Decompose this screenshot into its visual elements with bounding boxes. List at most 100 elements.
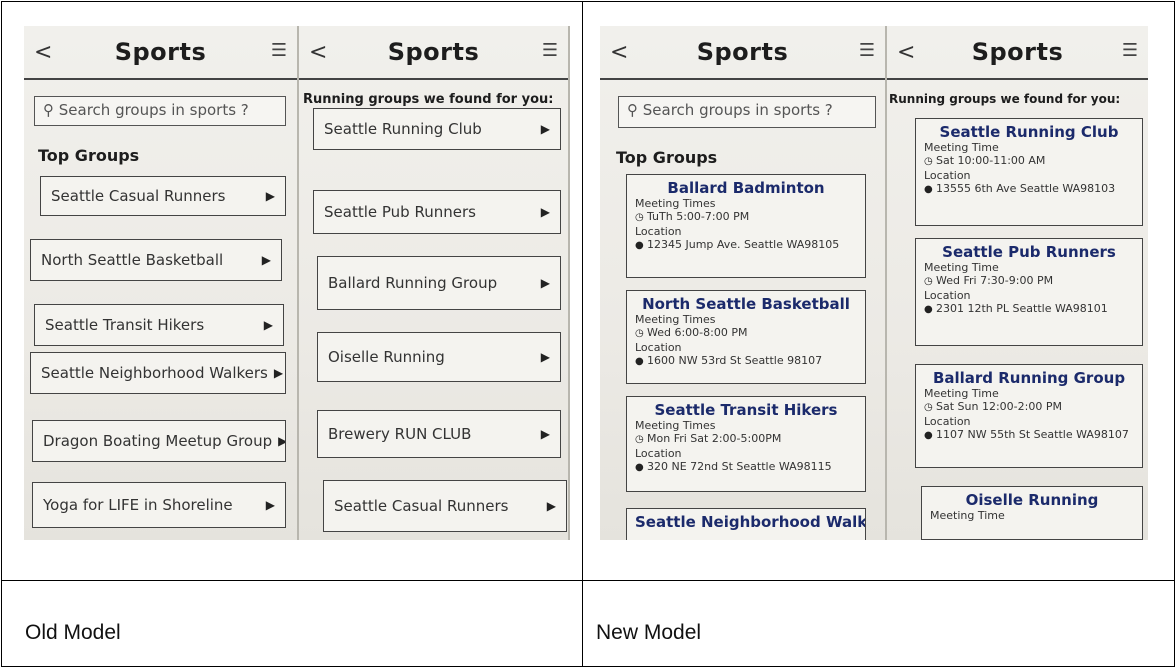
group-name: Seattle Neighborhood Walkers <box>635 513 866 531</box>
list-item[interactable]: Ballard Running Group ▶ <box>317 256 561 310</box>
address: ● 12345 Jump Ave. Seattle WA98105 <box>635 238 857 253</box>
new-list-screen: < Sports ☰ ⚲ Search groups in sports ? T… <box>600 26 887 540</box>
meeting-time: ◷ Mon Fri Sat 2:00-5:00PM <box>635 432 857 447</box>
page-title: Sports <box>114 38 207 66</box>
meeting-time: ◷ Sat Sun 12:00-2:00 PM <box>924 400 1134 415</box>
group-card[interactable]: Ballard Running Group Meeting Time ◷ Sat … <box>915 364 1143 468</box>
location-pin-icon: ● <box>635 240 644 251</box>
search-input[interactable]: ⚲ Search groups in sports ? <box>618 96 876 128</box>
list-item-label: Seattle Casual Runners <box>334 497 509 515</box>
old-results-screen: < Sports ☰ Running groups we found for y… <box>299 26 570 540</box>
meeting-time: ◷ Wed Fri 7:30-9:00 PM <box>924 274 1134 289</box>
play-arrow-icon: ▶ <box>540 205 550 219</box>
play-arrow-icon: ▶ <box>265 189 275 203</box>
location-label: Location <box>635 447 682 460</box>
group-card[interactable]: Ballard Badminton Meeting Times ◷ TuTh 5:… <box>626 174 866 278</box>
group-card[interactable]: Oiselle Running Meeting Time <box>921 486 1143 540</box>
list-item[interactable]: Yoga for LIFE in Shoreline ▶ <box>32 482 286 528</box>
list-item-label: Seattle Neighborhood Walkers <box>41 364 268 382</box>
play-arrow-icon: ▶ <box>540 276 550 290</box>
meeting-label: Meeting Time <box>924 387 999 400</box>
new-results-screen: < Sports ☰ Running groups we found for y… <box>887 26 1148 540</box>
meeting-label: Meeting Time <box>924 261 999 274</box>
address-text: 1600 NW 53rd St Seattle 98107 <box>647 354 823 367</box>
address-text: 2301 12th PL Seattle WA98101 <box>936 302 1108 315</box>
meeting-time: ◷ Wed 6:00-8:00 PM <box>635 326 857 341</box>
play-arrow-icon: ▶ <box>273 366 284 380</box>
list-item-label: Brewery RUN CLUB <box>328 425 472 443</box>
play-arrow-icon: ▶ <box>261 253 271 267</box>
group-card[interactable]: Seattle Neighborhood Walkers <box>626 508 866 540</box>
meeting-time: ◷ Sat 10:00-11:00 AM <box>924 154 1134 169</box>
list-item[interactable]: Dragon Boating Meetup Group ▶ <box>32 420 286 462</box>
address: ● 320 NE 72nd St Seattle WA98115 <box>635 460 857 475</box>
address: ● 1107 NW 55th St Seattle WA98107 <box>924 428 1134 443</box>
list-item-label: Seattle Running Club <box>324 120 482 138</box>
list-item-label: Seattle Casual Runners <box>51 187 226 205</box>
group-card[interactable]: Seattle Transit Hikers Meeting Times ◷ Mo… <box>626 396 866 492</box>
search-input[interactable]: ⚲ Search groups in sports ? <box>34 96 286 126</box>
group-card[interactable]: Seattle Pub Runners Meeting Time ◷ Wed Fr… <box>915 238 1143 346</box>
meeting-time: ◷ TuTh 5:00-7:00 PM <box>635 210 857 225</box>
group-card[interactable]: Seattle Running Club Meeting Time ◷ Sat 1… <box>915 118 1143 226</box>
group-name: North Seattle Basketball <box>642 295 850 313</box>
search-icon: ⚲ <box>43 101 59 119</box>
clock-icon: ◷ <box>635 434 644 445</box>
location-pin-icon: ● <box>924 184 933 195</box>
address-text: 13555 6th Ave Seattle WA98103 <box>936 182 1116 195</box>
list-item[interactable]: Oiselle Running ▶ <box>317 332 561 382</box>
meeting-time-text: Wed 6:00-8:00 PM <box>647 326 748 339</box>
header-bar: < Sports ☰ <box>600 26 885 80</box>
address-text: 12345 Jump Ave. Seattle WA98105 <box>647 238 840 251</box>
section-heading: Top Groups <box>38 146 140 165</box>
list-item-label: Yoga for LIFE in Shoreline <box>43 496 233 514</box>
menu-icon[interactable]: ☰ <box>859 40 875 61</box>
location-label: Location <box>924 289 971 302</box>
page-title: Sports <box>971 38 1064 66</box>
meeting-label: Meeting Time <box>924 141 999 154</box>
meeting-label: Meeting Times <box>635 313 716 326</box>
results-heading: Running groups we found for you: <box>303 92 554 107</box>
play-arrow-icon: ▶ <box>263 318 273 332</box>
play-arrow-icon: ▶ <box>540 350 550 364</box>
meeting-time-text: Sat Sun 12:00-2:00 PM <box>936 400 1062 413</box>
caption-old-model: Old Model <box>25 621 121 644</box>
play-arrow-icon: ▶ <box>540 427 550 441</box>
group-name: Ballard Running Group <box>932 369 1126 387</box>
meeting-time-text: Sat 10:00-11:00 AM <box>936 154 1046 167</box>
list-item[interactable]: Seattle Running Club ▶ <box>313 108 561 150</box>
list-item-label: North Seattle Basketball <box>41 251 224 269</box>
search-placeholder: Search groups in sports ? <box>58 101 249 119</box>
play-arrow-icon: ▶ <box>278 434 285 448</box>
location-pin-icon: ● <box>635 462 644 473</box>
address: ● 2301 12th PL Seattle WA98101 <box>924 302 1134 317</box>
caption-new-model: New Model <box>596 621 702 644</box>
list-item[interactable]: Seattle Casual Runners ▶ <box>40 176 286 216</box>
new-model-photo: < Sports ☰ ⚲ Search groups in sports ? T… <box>600 26 1148 540</box>
list-item[interactable]: Seattle Casual Runners ▶ <box>323 480 567 532</box>
clock-icon: ◷ <box>924 402 933 413</box>
address: ● 13555 6th Ave Seattle WA98103 <box>924 182 1134 197</box>
meeting-label: Meeting Times <box>635 419 716 432</box>
list-item[interactable]: Seattle Pub Runners ▶ <box>313 190 561 234</box>
list-item-label: Oiselle Running <box>328 348 445 366</box>
menu-icon[interactable]: ☰ <box>542 40 558 61</box>
list-item-label: Ballard Running Group <box>328 274 498 292</box>
list-item[interactable]: Brewery RUN CLUB ▶ <box>317 410 561 458</box>
menu-icon[interactable]: ☰ <box>271 40 287 61</box>
meeting-label: Meeting Time <box>930 509 1005 522</box>
location-pin-icon: ● <box>635 356 644 367</box>
old-list-screen: < Sports ☰ ⚲ Search groups in sports ? T… <box>24 26 299 540</box>
results-heading: Running groups we found for you: <box>889 92 1121 106</box>
group-card[interactable]: North Seattle Basketball Meeting Times ◷… <box>626 290 866 384</box>
location-label: Location <box>924 169 971 182</box>
meeting-time-text: Wed Fri 7:30-9:00 PM <box>936 274 1054 287</box>
list-item[interactable]: Seattle Neighborhood Walkers ▶ <box>30 352 286 394</box>
menu-icon[interactable]: ☰ <box>1122 40 1138 61</box>
list-item-label: Seattle Transit Hikers <box>45 316 205 334</box>
group-name: Oiselle Running <box>965 491 1099 509</box>
clock-icon: ◷ <box>924 276 933 287</box>
search-icon: ⚲ <box>627 101 643 119</box>
list-item[interactable]: North Seattle Basketball ▶ <box>30 239 282 281</box>
list-item[interactable]: Seattle Transit Hikers ▶ <box>34 304 284 346</box>
